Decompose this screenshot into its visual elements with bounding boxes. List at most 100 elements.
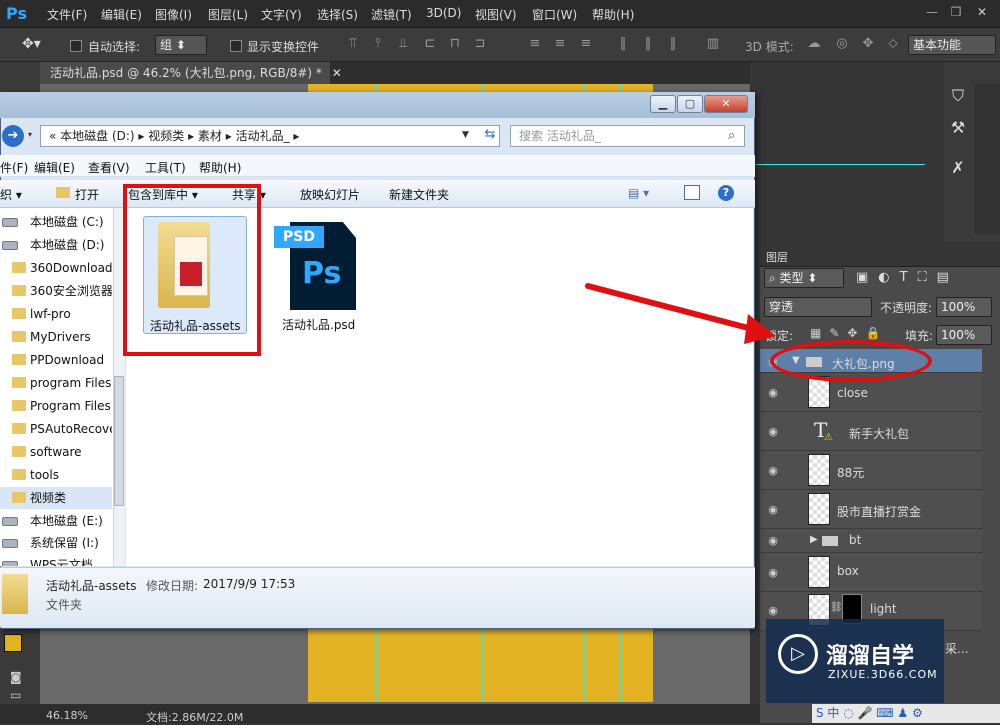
layer-filter-icons[interactable]: ▣◐T⛶▤ <box>856 270 959 285</box>
menu-image[interactable]: 图像(I) <box>155 6 192 23</box>
nav-item-folder[interactable]: 360Download <box>0 257 112 279</box>
show-transform-checkbox[interactable] <box>230 40 242 52</box>
menu-type[interactable]: 文字(Y) <box>261 6 302 23</box>
search-input[interactable]: 搜索 活动礼品_ <box>510 125 745 147</box>
ime-toolbar[interactable]: S 中 ◌ 🎤 ⌨ ♟ ⚙ <box>812 704 1000 723</box>
layer-row[interactable] <box>760 529 982 553</box>
nav-item-drive-e[interactable]: 本地磁盘 (E:) <box>0 510 112 532</box>
align-top-icon[interactable]: ⫪ <box>345 36 361 52</box>
menu-filter[interactable]: 滤镜(T) <box>371 6 412 23</box>
restore-icon[interactable]: ❐ <box>944 2 968 22</box>
menu-view[interactable]: 视图(V) <box>475 6 517 23</box>
distribute-hcenter-icon[interactable]: ‖ <box>640 36 656 52</box>
auto-select-dropdown[interactable]: 组 ⬍ <box>155 35 207 55</box>
screen-mode-icon[interactable]: ▭ <box>10 688 21 702</box>
address-dropdown-icon[interactable]: ▼ <box>462 130 469 140</box>
exp-menu-tools[interactable]: 工具(T) <box>145 159 186 176</box>
address-bar[interactable]: « 本地磁盘 (D:) ▸ 视频类 ▸ 素材 ▸ 活动礼品_ ▸ <box>40 125 500 147</box>
distribute-vcenter-icon[interactable]: ≡ <box>552 36 568 52</box>
nav-item-folder[interactable]: software <box>0 441 112 463</box>
brush-presets-icon[interactable]: ⛉ <box>946 84 970 108</box>
zoom-level[interactable]: 46.18% <box>46 709 88 722</box>
auto-select-checkbox[interactable] <box>70 40 82 52</box>
layer-row[interactable] <box>760 451 982 490</box>
tool-presets-icon[interactable]: ⚒ <box>946 116 970 140</box>
menu-window[interactable]: 窗口(W) <box>532 6 577 23</box>
exp-menu-edit[interactable]: 编辑(E) <box>34 159 75 176</box>
menu-select[interactable]: 选择(S) <box>317 6 358 23</box>
menu-3d[interactable]: 3D(D) <box>426 6 461 20</box>
align-left-icon[interactable]: ⊏ <box>422 36 438 52</box>
nav-item-folder[interactable]: program Files <box>0 372 112 394</box>
nav-scrollbar-thumb[interactable] <box>114 376 124 506</box>
align-right-icon[interactable]: ⊐ <box>472 36 488 52</box>
explorer-close-button[interactable]: ✕ <box>704 95 748 113</box>
link-icon[interactable]: ⛓ <box>830 602 843 613</box>
menu-edit[interactable]: 编辑(E) <box>101 6 142 23</box>
nav-item-folder-selected[interactable]: 视频类 <box>0 487 112 509</box>
layer-row[interactable] <box>760 553 982 592</box>
nav-item-folder[interactable]: tools <box>0 464 112 486</box>
refresh-icon[interactable]: ⇆ <box>480 127 500 145</box>
nav-item-folder[interactable]: Program Files <box>0 395 112 417</box>
view-options-icon[interactable]: ▤ ▾ <box>628 186 649 200</box>
document-tab[interactable]: 活动礼品.psd @ 46.2% (大礼包.png, RGB/8#) * ✕ <box>40 62 342 84</box>
menu-layer[interactable]: 图层(L) <box>208 6 248 23</box>
back-arrow-icon[interactable]: ➔ <box>2 125 24 147</box>
exp-menu-help[interactable]: 帮助(H) <box>199 159 241 176</box>
distribute-left-icon[interactable]: ‖ <box>615 36 631 52</box>
nav-item-drive-c[interactable]: 本地磁盘 (C:) <box>0 211 112 233</box>
align-vcenter-icon[interactable]: ⫯ <box>370 36 386 52</box>
distribute-right-icon[interactable]: ‖ <box>665 36 681 52</box>
lock-icons[interactable]: ▦✎✥🔒 <box>810 326 888 340</box>
nav-item-drive-d[interactable]: 本地磁盘 (D:) <box>0 234 112 256</box>
foreground-color-swatch[interactable] <box>4 634 22 652</box>
nav-item-folder[interactable]: 360安全浏览器 <box>0 280 112 302</box>
align-bottom-icon[interactable]: ⫫ <box>395 36 411 52</box>
visibility-eye-icon[interactable]: ◉ <box>766 464 780 478</box>
opacity-input[interactable]: 100% <box>936 297 992 317</box>
visibility-eye-icon[interactable]: ◉ <box>766 534 780 548</box>
collapse-arrow-icon[interactable]: ▶ <box>810 534 818 545</box>
organize-button[interactable]: 织 ▾ <box>0 186 22 203</box>
move-tool-icon[interactable]: ✥▾ <box>22 36 41 52</box>
minimize-icon[interactable]: — <box>920 2 944 22</box>
distribute-bottom-icon[interactable]: ≡ <box>578 36 594 52</box>
nav-item-folder[interactable]: lwf-pro <box>0 303 112 325</box>
nav-item-wps[interactable]: WPS云文档 <box>0 554 112 566</box>
new-folder-button[interactable]: 新建文件夹 <box>389 186 449 203</box>
open-button[interactable]: 打开 <box>75 186 99 203</box>
quick-mask-icon[interactable]: ◙ <box>10 670 22 684</box>
visibility-eye-icon[interactable]: ◉ <box>766 386 780 400</box>
explorer-maximize-button[interactable]: ▢ <box>677 95 703 113</box>
auto-align-icon[interactable]: ▥ <box>705 36 721 52</box>
nav-item-drive-i[interactable]: 系统保留 (I:) <box>0 532 112 554</box>
explorer-titlebar[interactable] <box>0 92 755 118</box>
menu-file[interactable]: 文件(F) <box>47 6 87 23</box>
3d-slide-icon[interactable]: ⬦ <box>885 36 901 52</box>
exp-menu-file[interactable]: 件(F) <box>0 159 28 176</box>
explorer-minimize-button[interactable]: ▁ <box>650 95 676 113</box>
exp-menu-view[interactable]: 查看(V) <box>88 159 130 176</box>
visibility-eye-icon[interactable]: ◉ <box>766 425 780 439</box>
tab-close-icon[interactable]: ✕ <box>332 66 342 80</box>
nav-item-folder[interactable]: PPDownload <box>0 349 112 371</box>
history-dropdown-icon[interactable]: ▾ <box>28 130 38 140</box>
fill-input[interactable]: 100% <box>936 325 992 345</box>
help-icon[interactable]: ? <box>718 185 734 201</box>
preview-pane-icon[interactable] <box>684 185 700 200</box>
menu-help[interactable]: 帮助(H) <box>592 6 634 23</box>
workspace-dropdown[interactable]: 基本功能 <box>908 35 996 55</box>
file-name[interactable]: 活动礼品.psd <box>282 316 355 333</box>
search-icon[interactable]: ⌕ <box>728 128 735 143</box>
nav-item-folder[interactable]: PSAutoRecove <box>0 418 112 440</box>
slideshow-button[interactable]: 放映幻灯片 <box>300 186 360 203</box>
align-hcenter-icon[interactable]: ⊓ <box>447 36 463 52</box>
visibility-eye-icon[interactable]: ◉ <box>766 503 780 517</box>
3d-roll-icon[interactable]: ◎ <box>834 36 850 52</box>
visibility-eye-icon[interactable]: ◉ <box>766 566 780 580</box>
layers-tab[interactable]: 图层 <box>766 249 788 265</box>
close-icon[interactable]: ✕ <box>970 2 994 22</box>
distribute-top-icon[interactable]: ≡ <box>527 36 543 52</box>
nav-item-folder[interactable]: MyDrivers <box>0 326 112 348</box>
